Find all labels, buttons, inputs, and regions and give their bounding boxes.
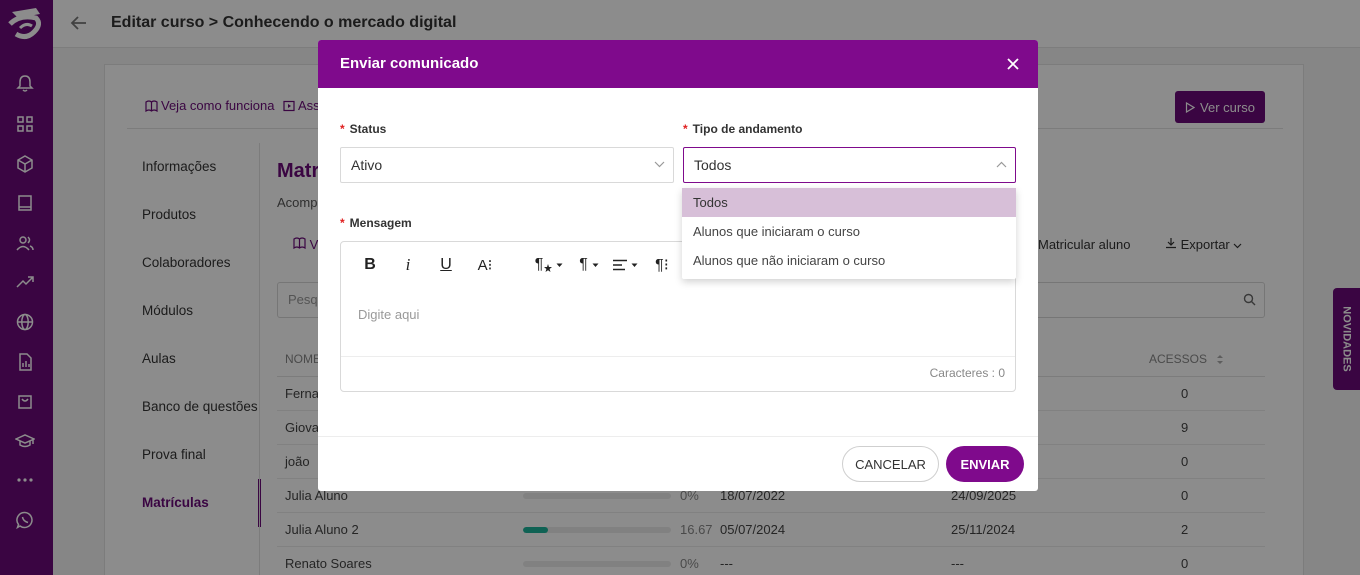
status-label-text: Status <box>349 122 387 136</box>
status-select[interactable]: Ativo <box>340 147 674 183</box>
align-button[interactable] <box>611 254 639 276</box>
required-marker: * <box>340 216 345 230</box>
dropdown-option-nao-iniciaram[interactable]: Alunos que não iniciaram o curso <box>682 246 1016 275</box>
modal-title: Enviar comunicado <box>340 55 479 72</box>
cancel-button[interactable]: CANCELAR <box>842 446 939 482</box>
paragraph-more-label: ¶⁝ <box>655 257 669 274</box>
paragraph-format-label: ¶ <box>579 256 588 273</box>
modal-header: Enviar comunicado <box>318 40 1038 88</box>
chevron-down-icon <box>654 161 665 168</box>
paragraph-format-button[interactable]: ¶ <box>575 254 603 276</box>
send-button[interactable]: ENVIAR <box>946 446 1024 482</box>
divider <box>318 436 1038 437</box>
chevron-up-icon <box>996 161 1007 168</box>
required-marker: * <box>340 122 345 136</box>
paragraph-style-button[interactable]: ¶ <box>532 254 566 276</box>
underline-button[interactable]: U <box>436 254 456 276</box>
message-label-text: Mensagem <box>349 216 412 230</box>
divider <box>341 356 1015 357</box>
italic-label: i <box>405 255 411 274</box>
dropdown-option-iniciaram[interactable]: Alunos que iniciaram o curso <box>682 217 1016 246</box>
status-value: Ativo <box>351 157 383 173</box>
caret-down-icon <box>592 263 599 267</box>
message-placeholder[interactable]: Digite aqui <box>358 307 419 322</box>
font-size-label: A⁝ <box>477 257 493 274</box>
caret-down-icon <box>556 263 563 267</box>
tipo-value: Todos <box>694 157 732 173</box>
star-icon <box>544 264 553 272</box>
character-counter: Caracteres : 0 <box>929 366 1005 380</box>
status-label: * Status <box>340 122 386 136</box>
caret-down-icon <box>631 263 638 267</box>
bold-label: B <box>364 256 376 273</box>
underline-label: U <box>440 256 452 273</box>
dropdown-option-todos[interactable]: Todos <box>682 188 1016 217</box>
align-left-icon <box>613 259 627 271</box>
message-label: * Mensagem <box>340 216 412 230</box>
font-size-button[interactable]: A⁝ <box>474 254 496 276</box>
bold-button[interactable]: B <box>361 254 379 276</box>
tipo-andamento-select[interactable]: Todos <box>683 147 1016 183</box>
close-icon[interactable] <box>1005 56 1021 72</box>
italic-button[interactable]: i <box>399 254 417 276</box>
tipo-andamento-dropdown: Todos Alunos que iniciaram o curso Aluno… <box>682 188 1016 279</box>
required-marker: * <box>683 122 688 136</box>
paragraph-more-button[interactable]: ¶⁝ <box>651 254 673 276</box>
tipo-label-text: Tipo de andamento <box>692 122 803 136</box>
tipo-label: * Tipo de andamento <box>683 122 802 136</box>
paragraph-style-label: ¶ <box>534 256 544 273</box>
